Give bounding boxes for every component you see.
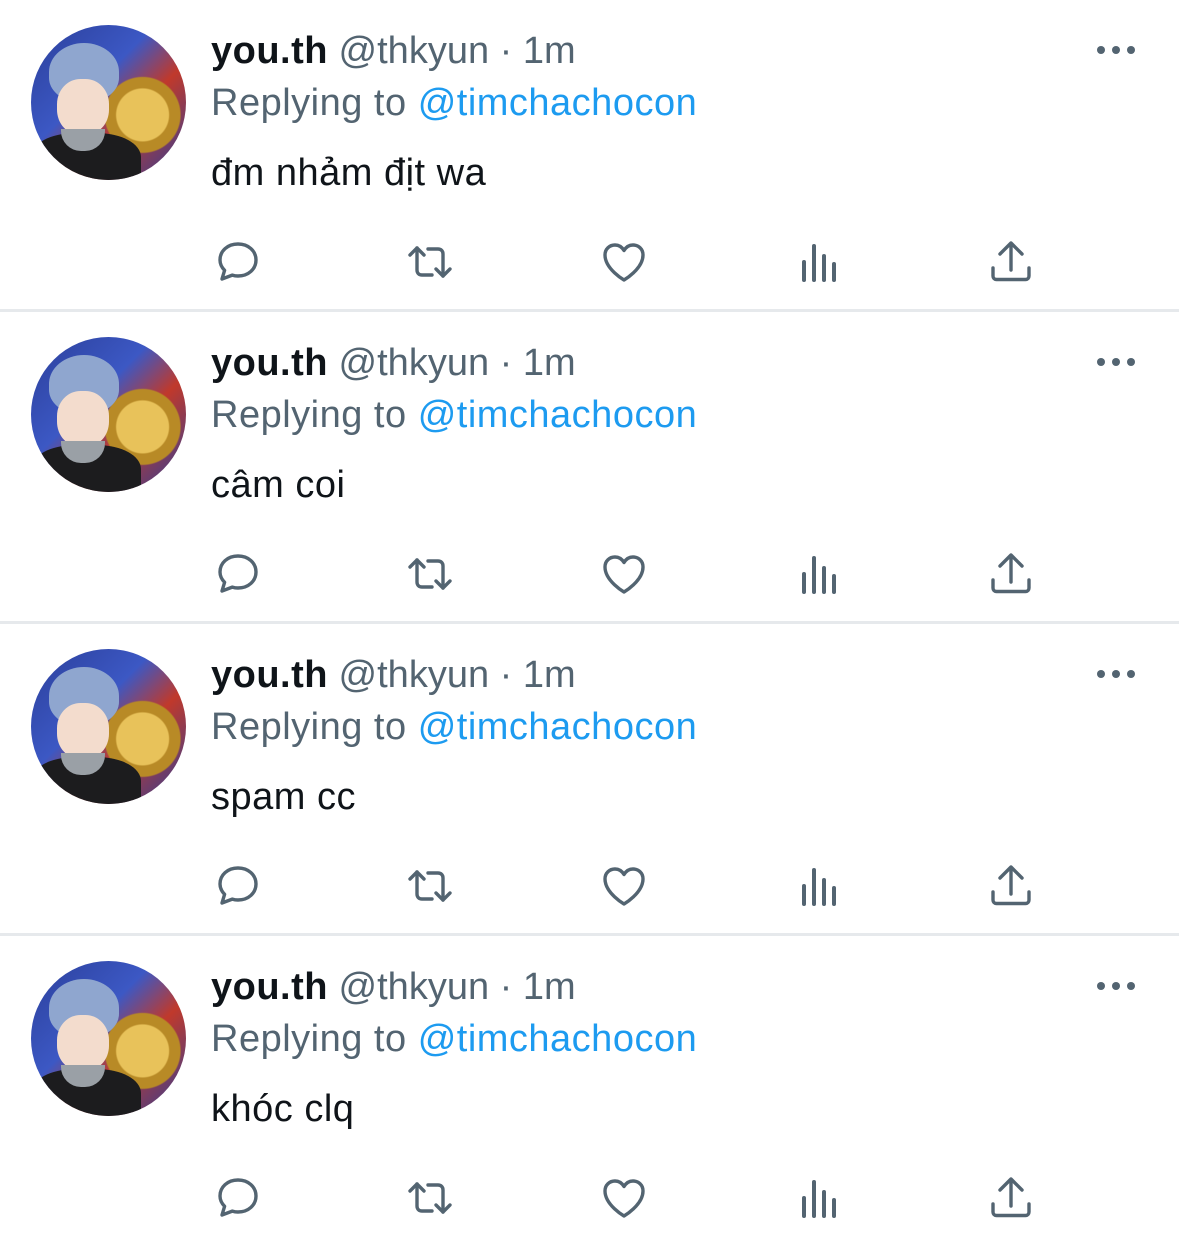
views-icon[interactable] — [793, 548, 845, 600]
user-handle[interactable]: @thkyun — [339, 342, 490, 384]
tweet-header: you.th @thkyun · 1m — [211, 28, 576, 74]
like-icon[interactable] — [598, 548, 650, 600]
replying-to: Replying to @timchachocon — [211, 80, 697, 126]
share-icon[interactable] — [985, 236, 1037, 288]
display-name[interactable]: you.th — [211, 966, 328, 1008]
separator: · — [499, 342, 513, 384]
timestamp[interactable]: 1m — [523, 30, 576, 72]
share-icon[interactable] — [985, 1172, 1037, 1224]
avatar[interactable] — [31, 649, 186, 804]
reply-icon[interactable] — [212, 236, 264, 288]
replying-prefix: Replying to — [211, 1018, 407, 1060]
views-icon[interactable] — [793, 860, 845, 912]
replying-prefix: Replying to — [211, 394, 407, 436]
display-name[interactable]: you.th — [211, 342, 328, 384]
tweet-text: spam cc — [211, 776, 356, 818]
tweet-header: you.th @thkyun · 1m — [211, 340, 576, 386]
share-icon[interactable] — [985, 860, 1037, 912]
like-icon[interactable] — [598, 1172, 650, 1224]
tweet[interactable]: you.th @thkyun · 1m Replying to @timchac… — [0, 312, 1179, 624]
timestamp[interactable]: 1m — [523, 342, 576, 384]
tweet-text: câm coi — [211, 464, 346, 506]
timestamp[interactable]: 1m — [523, 966, 576, 1008]
tweet-header: you.th @thkyun · 1m — [211, 652, 576, 698]
more-icon[interactable] — [1094, 972, 1138, 1000]
separator: · — [499, 30, 513, 72]
views-icon[interactable] — [793, 236, 845, 288]
display-name[interactable]: you.th — [211, 30, 328, 72]
separator: · — [499, 966, 513, 1008]
like-icon[interactable] — [598, 236, 650, 288]
like-icon[interactable] — [598, 860, 650, 912]
tweet[interactable]: you.th @thkyun · 1m Replying to @timchac… — [0, 936, 1179, 1237]
tweet-actions — [0, 860, 1179, 912]
retweet-icon[interactable] — [404, 236, 456, 288]
avatar[interactable] — [31, 961, 186, 1116]
tweet[interactable]: you.th @thkyun · 1m Replying to @timchac… — [0, 624, 1179, 936]
tweet-text: khóc clq — [211, 1088, 355, 1130]
avatar[interactable] — [31, 337, 186, 492]
user-handle[interactable]: @thkyun — [339, 966, 490, 1008]
reply-icon[interactable] — [212, 548, 264, 600]
views-icon[interactable] — [793, 1172, 845, 1224]
timestamp[interactable]: 1m — [523, 654, 576, 696]
more-icon[interactable] — [1094, 660, 1138, 688]
separator: · — [499, 654, 513, 696]
replying-to: Replying to @timchachocon — [211, 704, 697, 750]
user-handle[interactable]: @thkyun — [339, 30, 490, 72]
mention-link[interactable]: @timchachocon — [418, 706, 698, 748]
retweet-icon[interactable] — [404, 548, 456, 600]
tweet-actions — [0, 548, 1179, 600]
tweet[interactable]: you.th @thkyun · 1m Replying to @timchac… — [0, 0, 1179, 312]
tweet-actions — [0, 1172, 1179, 1224]
replying-prefix: Replying to — [211, 706, 407, 748]
share-icon[interactable] — [985, 548, 1037, 600]
retweet-icon[interactable] — [404, 860, 456, 912]
replying-to: Replying to @timchachocon — [211, 1016, 697, 1062]
mention-link[interactable]: @timchachocon — [418, 82, 698, 124]
replying-prefix: Replying to — [211, 82, 407, 124]
display-name[interactable]: you.th — [211, 654, 328, 696]
mention-link[interactable]: @timchachocon — [418, 394, 698, 436]
mention-link[interactable]: @timchachocon — [418, 1018, 698, 1060]
tweet-actions — [0, 236, 1179, 288]
retweet-icon[interactable] — [404, 1172, 456, 1224]
avatar[interactable] — [31, 25, 186, 180]
user-handle[interactable]: @thkyun — [339, 654, 490, 696]
replying-to: Replying to @timchachocon — [211, 392, 697, 438]
more-icon[interactable] — [1094, 36, 1138, 64]
reply-icon[interactable] — [212, 1172, 264, 1224]
tweet-header: you.th @thkyun · 1m — [211, 964, 576, 1010]
more-icon[interactable] — [1094, 348, 1138, 376]
tweet-text: đm nhảm địt wa — [211, 152, 487, 194]
tweet-feed: you.th @thkyun · 1m Replying to @timchac… — [0, 0, 1179, 1237]
reply-icon[interactable] — [212, 860, 264, 912]
